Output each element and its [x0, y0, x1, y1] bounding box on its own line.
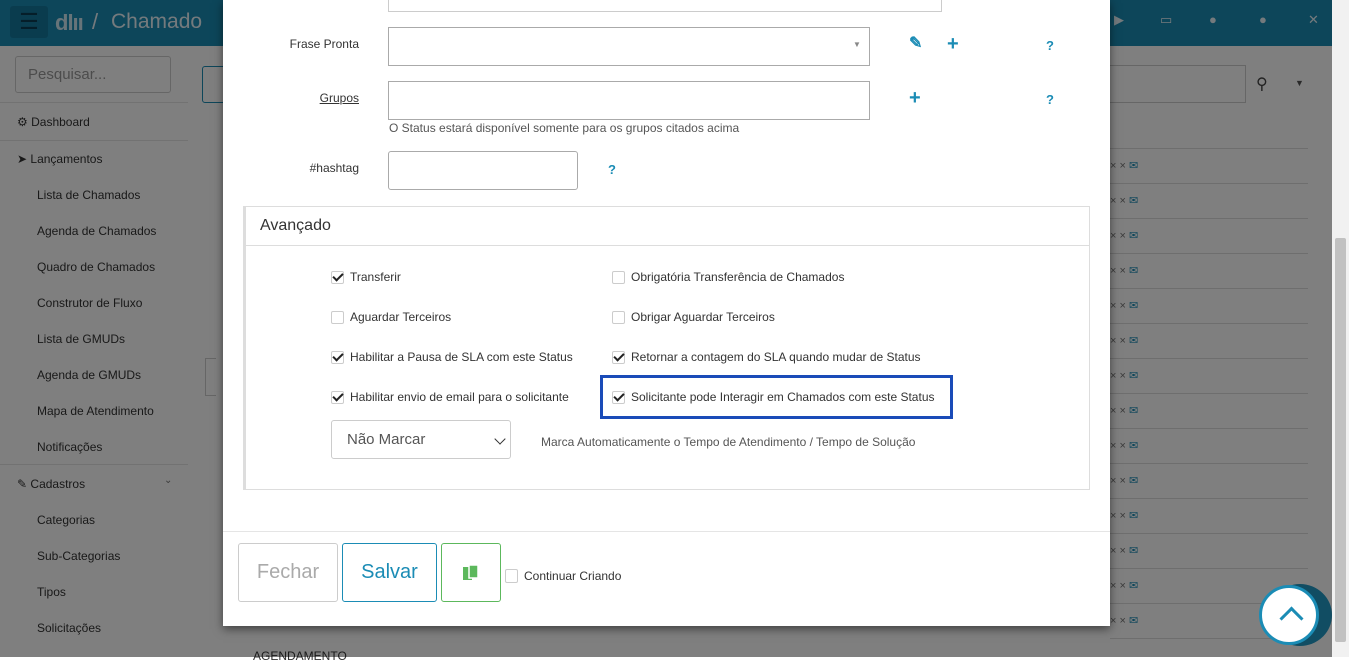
frase-pronta-select[interactable] [388, 27, 870, 66]
modal-footer: Fechar Salvar Continuar Criando [223, 531, 1110, 627]
checkbox[interactable] [612, 350, 625, 364]
checkbox-envio-email[interactable]: Habilitar envio de email para o solicita… [331, 390, 569, 404]
close-button[interactable]: Fechar [238, 543, 338, 602]
continue-creating-label: Continuar Criando [524, 569, 622, 583]
add-grupo-button[interactable]: + [909, 88, 921, 108]
scrollbar-thumb[interactable] [1335, 238, 1346, 642]
checkbox-label: Habilitar a Pausa de SLA com este Status [350, 350, 573, 364]
checkbox[interactable] [505, 569, 518, 583]
checkbox-transferir[interactable]: Transferir [331, 270, 401, 284]
help-icon[interactable]: ? [1046, 92, 1054, 107]
grupos-help-text: O Status estará disponível somente para … [389, 121, 740, 135]
advanced-panel-title: Avançado [260, 217, 331, 234]
checkbox-aguardar-terceiros[interactable]: Aguardar Terceiros [331, 310, 451, 324]
chevron-up-icon [1279, 606, 1304, 631]
frase-pronta-label: Frase Pronta [289, 37, 359, 51]
checkbox[interactable] [612, 310, 625, 324]
mark-time-caption: Marca Automaticamente o Tempo de Atendim… [541, 435, 916, 449]
checkbox-label: Aguardar Terceiros [350, 310, 452, 324]
checkbox[interactable] [331, 270, 344, 284]
grupos-input[interactable] [388, 81, 870, 120]
help-icon[interactable]: ? [608, 162, 616, 177]
checkbox-label: Obrigar Aguardar Terceiros [631, 310, 775, 324]
chevron-down-icon: ▼ [853, 40, 861, 49]
checkbox-pausa-sla[interactable]: Habilitar a Pausa de SLA com este Status [331, 350, 573, 364]
add-frase-button[interactable]: + [947, 34, 959, 54]
checkbox[interactable] [331, 390, 344, 404]
duplicate-button[interactable] [441, 543, 501, 602]
chevron-down-icon [494, 433, 506, 445]
advanced-panel-heading: Avançado [246, 207, 1089, 246]
checkbox-obrigar-aguardar[interactable]: Obrigar Aguardar Terceiros [612, 310, 775, 324]
pencil-icon[interactable]: ✎ [909, 34, 922, 54]
grupos-label[interactable]: Grupos [223, 91, 359, 105]
checkbox-label: Obrigatória Transferência de Chamados [631, 270, 845, 284]
checkbox-obrigatoria-transferencia[interactable]: Obrigatória Transferência de Chamados [612, 270, 844, 284]
checkbox[interactable] [612, 270, 625, 284]
checkbox-label: Habilitar envio de email para o solicita… [350, 390, 569, 404]
hashtag-input[interactable] [388, 151, 578, 190]
continue-creating-checkbox[interactable]: Continuar Criando [505, 569, 621, 583]
checkbox[interactable] [331, 310, 344, 324]
checkbox-label: Transferir [350, 270, 401, 284]
mark-time-select-value: Não Marcar [347, 431, 426, 448]
mark-time-select[interactable]: Não Marcar [331, 420, 511, 459]
hashtag-label: #hashtag [309, 161, 359, 175]
checkbox-label: Retornar a contagem do SLA quando mudar … [631, 350, 921, 364]
help-icon[interactable]: ? [1046, 38, 1054, 53]
copy-icon [463, 563, 479, 580]
status-modal: Frase Pronta ▼ ✎ + ? Grupos + ? O Status… [223, 0, 1110, 626]
checkbox-retornar-sla[interactable]: Retornar a contagem do SLA quando mudar … [612, 350, 921, 364]
checkbox[interactable] [331, 350, 344, 364]
highlight-box [600, 375, 953, 419]
save-button[interactable]: Salvar [342, 543, 437, 602]
scroll-to-top-button[interactable] [1259, 585, 1319, 645]
description-textarea[interactable] [388, 0, 942, 12]
